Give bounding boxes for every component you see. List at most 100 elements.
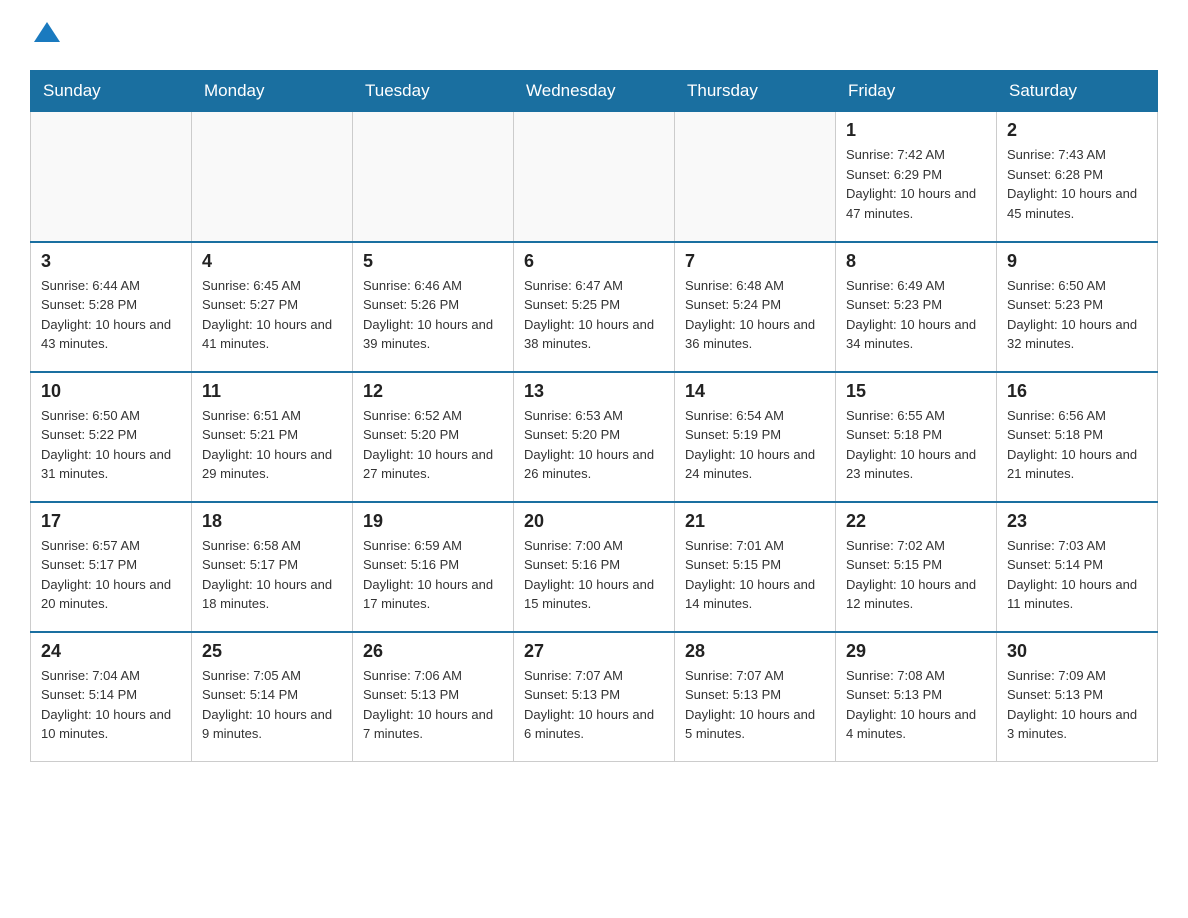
day-info: Sunrise: 6:50 AM Sunset: 5:22 PM Dayligh…: [41, 406, 181, 484]
day-of-week-header: Friday: [836, 71, 997, 112]
day-number: 8: [846, 251, 986, 272]
calendar-cell: 28 Sunrise: 7:07 AM Sunset: 5:13 PM Dayli…: [675, 632, 836, 762]
day-number: 19: [363, 511, 503, 532]
day-number: 26: [363, 641, 503, 662]
day-number: 5: [363, 251, 503, 272]
day-number: 1: [846, 120, 986, 141]
day-number: 21: [685, 511, 825, 532]
day-info: Sunrise: 7:05 AM Sunset: 5:14 PM Dayligh…: [202, 666, 342, 744]
day-info: Sunrise: 6:44 AM Sunset: 5:28 PM Dayligh…: [41, 276, 181, 354]
day-number: 20: [524, 511, 664, 532]
calendar-cell: 16 Sunrise: 6:56 AM Sunset: 5:18 PM Dayli…: [997, 372, 1158, 502]
day-info: Sunrise: 7:03 AM Sunset: 5:14 PM Dayligh…: [1007, 536, 1147, 614]
calendar-cell: [514, 112, 675, 242]
day-of-week-header: Wednesday: [514, 71, 675, 112]
calendar-cell: 6 Sunrise: 6:47 AM Sunset: 5:25 PM Daylig…: [514, 242, 675, 372]
calendar-cell: 29 Sunrise: 7:08 AM Sunset: 5:13 PM Dayli…: [836, 632, 997, 762]
day-info: Sunrise: 7:42 AM Sunset: 6:29 PM Dayligh…: [846, 145, 986, 223]
day-number: 11: [202, 381, 342, 402]
day-info: Sunrise: 7:07 AM Sunset: 5:13 PM Dayligh…: [524, 666, 664, 744]
day-of-week-header: Sunday: [31, 71, 192, 112]
day-number: 14: [685, 381, 825, 402]
calendar-cell: 7 Sunrise: 6:48 AM Sunset: 5:24 PM Daylig…: [675, 242, 836, 372]
calendar-cell: 20 Sunrise: 7:00 AM Sunset: 5:16 PM Dayli…: [514, 502, 675, 632]
calendar-cell: 22 Sunrise: 7:02 AM Sunset: 5:15 PM Dayli…: [836, 502, 997, 632]
calendar-cell: 21 Sunrise: 7:01 AM Sunset: 5:15 PM Dayli…: [675, 502, 836, 632]
day-info: Sunrise: 7:02 AM Sunset: 5:15 PM Dayligh…: [846, 536, 986, 614]
day-info: Sunrise: 7:43 AM Sunset: 6:28 PM Dayligh…: [1007, 145, 1147, 223]
calendar-cell: [192, 112, 353, 242]
day-info: Sunrise: 6:50 AM Sunset: 5:23 PM Dayligh…: [1007, 276, 1147, 354]
day-number: 7: [685, 251, 825, 272]
day-info: Sunrise: 6:58 AM Sunset: 5:17 PM Dayligh…: [202, 536, 342, 614]
calendar-cell: 18Sunrise: 6:58 AM Sunset: 5:17 PM Dayli…: [192, 502, 353, 632]
day-info: Sunrise: 7:08 AM Sunset: 5:13 PM Dayligh…: [846, 666, 986, 744]
day-number: 29: [846, 641, 986, 662]
day-number: 17: [41, 511, 181, 532]
calendar-cell: 27 Sunrise: 7:07 AM Sunset: 5:13 PM Dayli…: [514, 632, 675, 762]
calendar-cell: [31, 112, 192, 242]
day-number: 24: [41, 641, 181, 662]
calendar-cell: [675, 112, 836, 242]
day-info: Sunrise: 6:55 AM Sunset: 5:18 PM Dayligh…: [846, 406, 986, 484]
calendar-cell: 9 Sunrise: 6:50 AM Sunset: 5:23 PM Daylig…: [997, 242, 1158, 372]
day-number: 27: [524, 641, 664, 662]
day-info: Sunrise: 7:07 AM Sunset: 5:13 PM Dayligh…: [685, 666, 825, 744]
day-info: Sunrise: 7:00 AM Sunset: 5:16 PM Dayligh…: [524, 536, 664, 614]
day-number: 30: [1007, 641, 1147, 662]
day-info: Sunrise: 6:52 AM Sunset: 5:20 PM Dayligh…: [363, 406, 503, 484]
calendar-cell: 12 Sunrise: 6:52 AM Sunset: 5:20 PM Dayli…: [353, 372, 514, 502]
day-number: 23: [1007, 511, 1147, 532]
day-number: 16: [1007, 381, 1147, 402]
calendar-cell: 15 Sunrise: 6:55 AM Sunset: 5:18 PM Dayli…: [836, 372, 997, 502]
calendar-cell: 5 Sunrise: 6:46 AM Sunset: 5:26 PM Daylig…: [353, 242, 514, 372]
calendar-cell: 2 Sunrise: 7:43 AM Sunset: 6:28 PM Daylig…: [997, 112, 1158, 242]
day-info: Sunrise: 6:47 AM Sunset: 5:25 PM Dayligh…: [524, 276, 664, 354]
calendar-cell: 23 Sunrise: 7:03 AM Sunset: 5:14 PM Dayli…: [997, 502, 1158, 632]
day-number: 6: [524, 251, 664, 272]
day-number: 9: [1007, 251, 1147, 272]
calendar-cell: 13 Sunrise: 6:53 AM Sunset: 5:20 PM Dayli…: [514, 372, 675, 502]
day-number: 13: [524, 381, 664, 402]
day-number: 22: [846, 511, 986, 532]
calendar-cell: 4 Sunrise: 6:45 AM Sunset: 5:27 PM Daylig…: [192, 242, 353, 372]
day-info: Sunrise: 7:04 AM Sunset: 5:14 PM Dayligh…: [41, 666, 181, 744]
calendar-cell: 8 Sunrise: 6:49 AM Sunset: 5:23 PM Daylig…: [836, 242, 997, 372]
calendar-cell: 11 Sunrise: 6:51 AM Sunset: 5:21 PM Dayli…: [192, 372, 353, 502]
day-info: Sunrise: 6:54 AM Sunset: 5:19 PM Dayligh…: [685, 406, 825, 484]
day-number: 2: [1007, 120, 1147, 141]
calendar-cell: 14 Sunrise: 6:54 AM Sunset: 5:19 PM Dayli…: [675, 372, 836, 502]
calendar: SundayMondayTuesdayWednesdayThursdayFrid…: [30, 70, 1158, 762]
day-number: 28: [685, 641, 825, 662]
calendar-cell: 3 Sunrise: 6:44 AM Sunset: 5:28 PM Daylig…: [31, 242, 192, 372]
day-info: Sunrise: 6:46 AM Sunset: 5:26 PM Dayligh…: [363, 276, 503, 354]
calendar-cell: 19 Sunrise: 6:59 AM Sunset: 5:16 PM Dayli…: [353, 502, 514, 632]
day-number: 4: [202, 251, 342, 272]
day-number: 12: [363, 381, 503, 402]
header: [30, 20, 1158, 50]
day-info: Sunrise: 6:45 AM Sunset: 5:27 PM Dayligh…: [202, 276, 342, 354]
day-of-week-header: Thursday: [675, 71, 836, 112]
day-info: Sunrise: 6:51 AM Sunset: 5:21 PM Dayligh…: [202, 406, 342, 484]
logo-icon: [32, 20, 62, 50]
day-number: 25: [202, 641, 342, 662]
day-info: Sunrise: 7:01 AM Sunset: 5:15 PM Dayligh…: [685, 536, 825, 614]
day-of-week-header: Tuesday: [353, 71, 514, 112]
day-number: 3: [41, 251, 181, 272]
day-info: Sunrise: 6:53 AM Sunset: 5:20 PM Dayligh…: [524, 406, 664, 484]
logo: [30, 20, 64, 50]
day-info: Sunrise: 6:56 AM Sunset: 5:18 PM Dayligh…: [1007, 406, 1147, 484]
day-of-week-header: Saturday: [997, 71, 1158, 112]
calendar-cell: 17 Sunrise: 6:57 AM Sunset: 5:17 PM Dayli…: [31, 502, 192, 632]
day-info: Sunrise: 6:57 AM Sunset: 5:17 PM Dayligh…: [41, 536, 181, 614]
day-number: 15: [846, 381, 986, 402]
calendar-cell: 10Sunrise: 6:50 AM Sunset: 5:22 PM Dayli…: [31, 372, 192, 502]
day-info: Sunrise: 7:09 AM Sunset: 5:13 PM Dayligh…: [1007, 666, 1147, 744]
day-info: Sunrise: 6:48 AM Sunset: 5:24 PM Dayligh…: [685, 276, 825, 354]
day-info: Sunrise: 6:49 AM Sunset: 5:23 PM Dayligh…: [846, 276, 986, 354]
calendar-cell: 24 Sunrise: 7:04 AM Sunset: 5:14 PM Dayli…: [31, 632, 192, 762]
day-info: Sunrise: 6:59 AM Sunset: 5:16 PM Dayligh…: [363, 536, 503, 614]
calendar-cell: [353, 112, 514, 242]
calendar-cell: 1 Sunrise: 7:42 AM Sunset: 6:29 PM Daylig…: [836, 112, 997, 242]
day-info: Sunrise: 7:06 AM Sunset: 5:13 PM Dayligh…: [363, 666, 503, 744]
